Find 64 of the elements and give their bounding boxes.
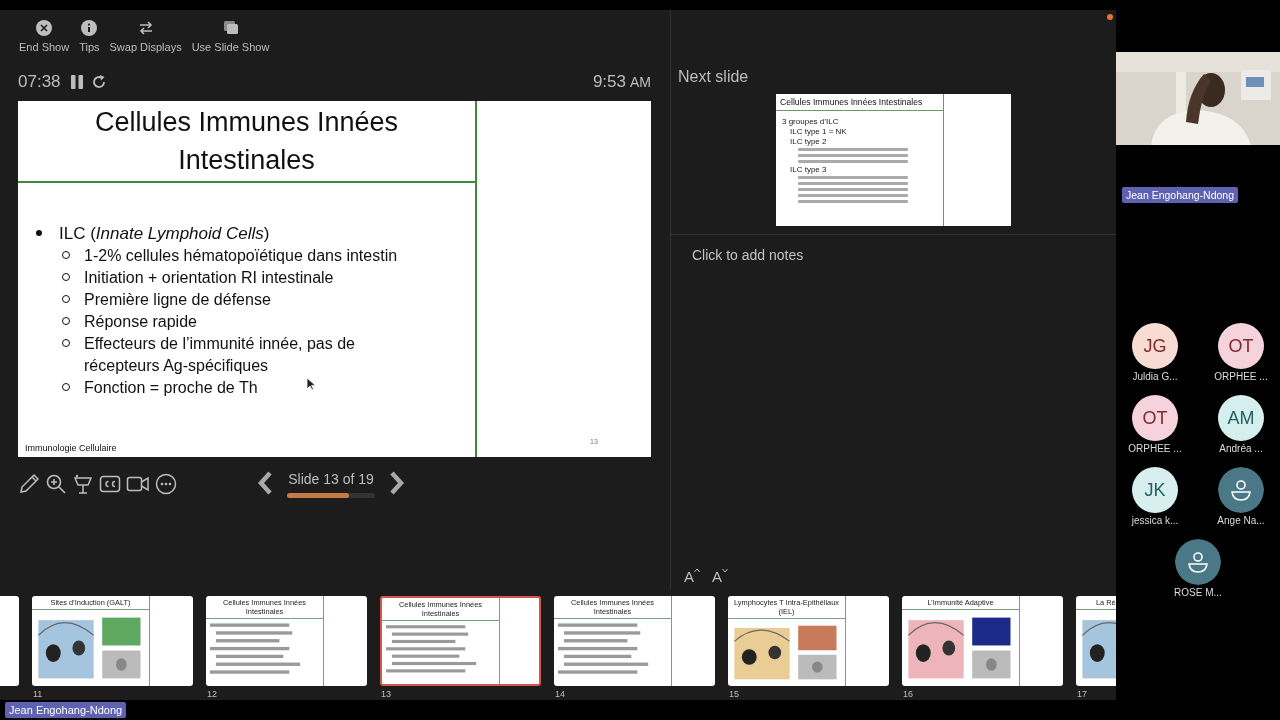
participant-name: Juldia G... [1132,371,1178,382]
caret-down-icon [722,568,729,573]
search-icon[interactable] [45,473,67,495]
bullet-text: 1-2% cellules hématopoïétique dans intestin [84,246,398,266]
participant-name: ROSE M... [1174,587,1222,598]
swap-icon [137,20,154,36]
caret-up-icon [694,568,700,573]
participant-name: ORPHEE ... [1128,443,1182,454]
bullet-icon [36,230,42,236]
toolbar-button[interactable]: Swap Displays [104,20,187,53]
next-slide-label: Next slide [678,68,750,86]
slide-number: 16 [902,689,914,699]
toolbar-button[interactable]: Tips [74,20,105,53]
info-icon [81,20,98,36]
slide-counter: Slide 13 of 19 [288,470,374,487]
avatar[interactable]: JG [1132,323,1178,369]
slide-number: 12 [206,689,218,699]
bullet-text: ILC type 1 = NK [789,127,848,136]
toolbar-button[interactable]: Use Slide Show [186,20,275,53]
slides-icon [222,20,239,36]
bullet-text: Fonction = proche de Th [84,378,258,398]
toolbar-button[interactable]: End Show [14,20,75,53]
notes-field[interactable]: Click to add notes [692,247,992,263]
restart-icon[interactable] [90,74,107,90]
cursor-icon [306,377,316,391]
avatar[interactable]: JK [1132,467,1178,513]
avatar[interactable]: OT [1218,323,1264,369]
captions-icon[interactable] [99,473,121,495]
recording-dot-icon [1107,14,1113,20]
font-size-button[interactable]: A [710,568,731,585]
avatar[interactable]: OT [1132,395,1178,441]
person-icon[interactable] [1175,539,1221,585]
laser-pointer-icon[interactable] [72,473,94,495]
bullet-text: ILC (Innate Lymphoid Cells) [59,223,270,245]
close-icon [36,20,53,36]
bullet-text: Initiation + orientation RI intestinale [84,268,334,288]
bullet-text: 3 groupes d’ILC [782,117,840,126]
slide-number: 15 [728,689,740,699]
bullet-text: Première ligne de défense [84,290,271,310]
elapsed-timer: 07:38 [18,72,61,92]
slide-footer: Immunologie Cellulaire [25,443,117,453]
bullet-text: ILC type 2 [789,137,828,146]
participant-name: jessica k... [1131,515,1179,526]
name-badge: Jean Engohang-Ndong [5,702,127,718]
name-badge: Jean Engohang-Ndong [1122,187,1238,203]
slide-number: 14 [554,689,566,699]
bullet-text: Effecteurs de l’immunité innée, pas de récepteurs Ag-spécifiques [84,334,356,376]
slide-number: 13 [380,689,392,699]
more-icon[interactable] [155,473,177,495]
pause-icon[interactable] [70,75,83,89]
bullet-text: ILC type 3 [789,165,828,174]
participant-name: Andréa ... [1219,443,1263,454]
slide-title: Cellules Immunes Innées Intestinales [18,101,475,183]
person-icon[interactable] [1218,467,1264,513]
slide-number: 17 [1076,689,1088,699]
participant-name: ORPHEE ... [1214,371,1268,382]
slide-title: Cellules Immunes Innées Intestinales [776,94,943,111]
slide-number: 11 [32,689,44,699]
clock: 9:53 AM [592,72,651,92]
participant-name: Ange Na... [1217,515,1265,526]
avatar[interactable]: AM [1218,395,1264,441]
bullet-text: Réponse rapide [84,312,197,332]
pen-icon[interactable] [18,473,40,495]
font-size-button[interactable]: A [682,568,702,585]
